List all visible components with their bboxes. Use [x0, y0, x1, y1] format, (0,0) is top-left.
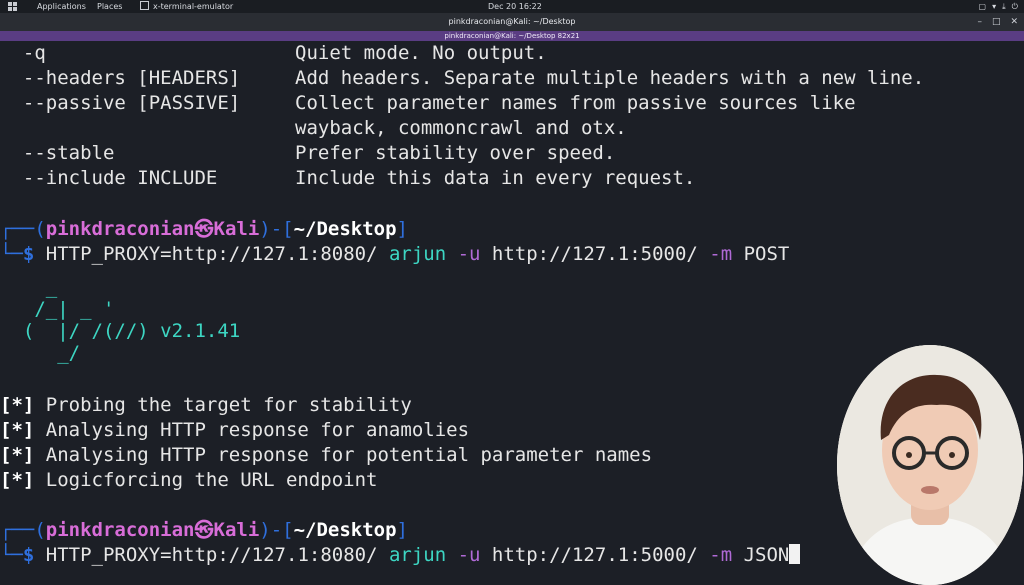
- banner-line: _/: [0, 342, 81, 364]
- prompt-host: Kali: [213, 519, 260, 541]
- prompt-line: ┌──(pinkdraconian㉿Kali)-[~/Desktop]: [0, 519, 408, 541]
- system-tray: ▢ ▾ ⤓ ⏻: [979, 0, 1018, 13]
- app-grid-icon[interactable]: [8, 2, 17, 11]
- status-line: [*] Probing the target for stability: [0, 394, 412, 416]
- help-desc: Include this data in every request.: [295, 167, 696, 189]
- prompt-host: Kali: [213, 218, 260, 240]
- help-line: --headers [HEADERS]: [0, 67, 241, 89]
- terminal-tab-bar: pinkdraconian@Kali: ~/Desktop 82x21: [0, 31, 1024, 41]
- help-desc: wayback, commoncrawl and otx.: [295, 117, 627, 139]
- window-controls: – □ ✕: [977, 13, 1018, 31]
- minimize-icon[interactable]: –: [977, 13, 982, 31]
- help-desc: Collect parameter names from passive sou…: [295, 92, 856, 114]
- applications-menu[interactable]: Applications: [37, 0, 86, 13]
- prompt-path: ~/Desktop: [293, 519, 397, 541]
- workspace-icon[interactable]: ▢: [979, 0, 987, 13]
- close-icon[interactable]: ✕: [1010, 13, 1018, 31]
- prompt-line: ┌──(pinkdraconian㉿Kali)-[~/Desktop]: [0, 218, 408, 240]
- window-title: pinkdraconian@Kali: ~/Desktop: [448, 17, 576, 26]
- help-desc: Prefer stability over speed.: [295, 142, 616, 164]
- status-line: [*] Analysing HTTP response for potentia…: [0, 444, 653, 466]
- skull-icon: ㉿: [194, 519, 214, 541]
- text-cursor: [789, 544, 801, 564]
- prompt-user: pinkdraconian: [45, 218, 195, 240]
- skull-icon: ㉿: [194, 218, 214, 240]
- command-input-line[interactable]: └─$ HTTP_PROXY=http://127.1:8080/ arjun …: [0, 543, 801, 568]
- clock[interactable]: Dec 20 16:22: [488, 0, 542, 13]
- places-menu[interactable]: Places: [97, 0, 122, 13]
- terminal-window-icon: [140, 1, 149, 10]
- webcam-overlay: [837, 345, 1023, 585]
- status-line: [*] Logicforcing the URL endpoint: [0, 469, 378, 491]
- power-icon[interactable]: ⏻: [1012, 0, 1018, 13]
- window-titlebar[interactable]: pinkdraconian@Kali: ~/Desktop – □ ✕: [0, 13, 1024, 31]
- command-line: └─$ HTTP_PROXY=http://127.1:8080/ arjun …: [0, 243, 790, 265]
- help-desc: Quiet mode. No output.: [295, 42, 547, 64]
- top-panel: Applications Places x-terminal-emulator …: [0, 0, 1024, 13]
- prompt-user: pinkdraconian: [45, 519, 195, 541]
- help-desc: Add headers. Separate multiple headers w…: [295, 67, 925, 89]
- help-line: --include INCLUDE: [0, 167, 218, 189]
- taskbar-item-terminal[interactable]: x-terminal-emulator: [140, 0, 233, 13]
- help-line: -q: [0, 42, 46, 64]
- menu-arrow-icon[interactable]: ▾: [992, 0, 996, 13]
- help-line: --passive [PASSIVE]: [0, 92, 241, 114]
- taskbar-item-label: x-terminal-emulator: [153, 2, 234, 11]
- download-icon[interactable]: ⤓: [1002, 0, 1006, 13]
- presenter-avatar: [837, 345, 1023, 585]
- prompt-path: ~/Desktop: [293, 218, 397, 240]
- terminal-tab-title: pinkdraconian@Kali: ~/Desktop 82x21: [444, 32, 580, 40]
- help-line: --stable: [0, 142, 115, 164]
- status-line: [*] Analysing HTTP response for anamolie…: [0, 419, 470, 441]
- maximize-icon[interactable]: □: [992, 13, 1001, 31]
